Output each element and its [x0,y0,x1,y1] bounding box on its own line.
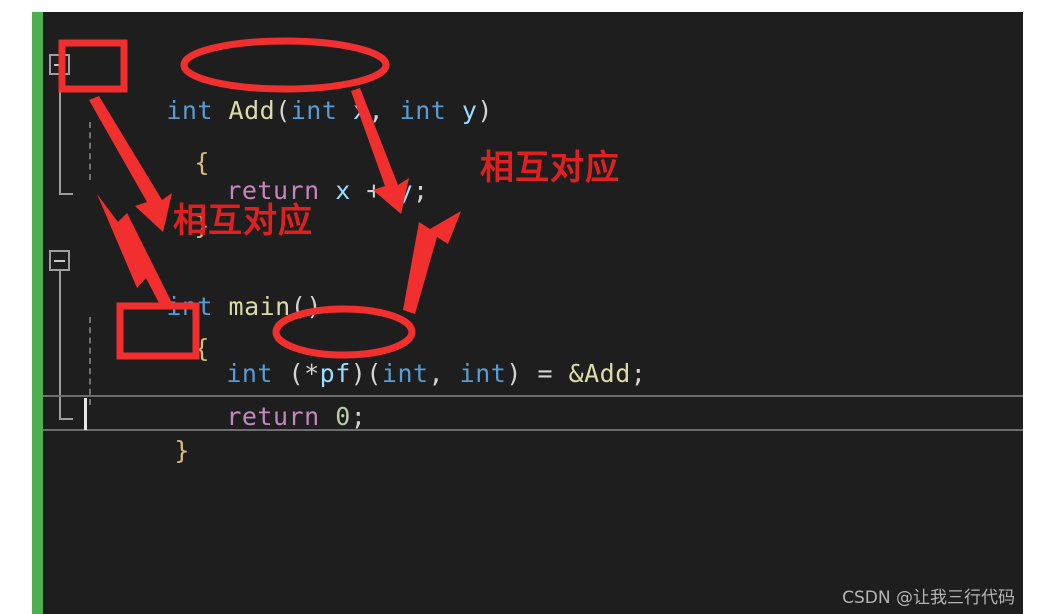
token-int-pf-param-1: int [381,359,429,388]
token-comma-1: , [368,96,400,125]
current-line-highlight [43,395,1023,431]
annotation-label-top: 相互对应 [480,148,620,188]
token-paren-open-pf-params: ( [366,359,382,388]
token-int-param-x: int [290,96,338,125]
annotation-label-bottom: 相互对应 [173,201,313,241]
token-int-pf-param-2: int [459,359,507,388]
token-semicolon-2: ; [630,359,647,388]
code-editor-surface[interactable]: int Add(int x, int y) { return x + y; } … [32,12,1023,614]
token-space-6 [382,176,398,205]
code-content-area[interactable]: int Add(int x, int y) { return x + y; } … [43,12,1023,614]
token-paren-close-pf-params: ) [506,359,522,388]
token-space-3 [446,96,462,125]
token-space-10 [553,359,569,388]
token-var-y-expr: y [397,176,413,205]
token-int-param-y: int [399,96,447,125]
token-space-4 [320,176,336,205]
text-caret [84,398,87,430]
token-assign: = [537,359,553,388]
watermark-label: CSDN @让我三行代码 [842,588,1015,608]
fold-toggle-main[interactable] [49,250,70,271]
scope-bracket-add-foot [59,193,73,195]
token-plus: + [366,176,382,205]
token-space-9 [522,359,538,388]
token-space-5 [351,176,367,205]
token-brace-close-main: } [174,436,190,465]
token-var-y: y [461,96,478,125]
change-indicator-bar [32,12,43,614]
code-line-8[interactable]: return 0; [133,360,366,431]
code-line-7[interactable]: int (*pf)(int, int) = &Add; [133,317,646,388]
token-var-x-expr: x [335,176,351,205]
token-fn-add: Add [228,96,276,125]
token-space-1 [213,96,229,125]
code-line-5[interactable]: int main() [73,250,322,321]
code-line-1[interactable]: int Add(int x, int y) [73,54,493,125]
fold-toggle-add[interactable] [49,54,70,75]
token-amp-add: &Add [568,359,631,388]
token-space-2 [337,96,353,125]
token-comma-2: , [428,359,460,388]
token-semicolon-1: ; [413,176,429,205]
token-paren-open-add: ( [275,96,291,125]
token-var-x: x [352,96,369,125]
scope-bracket-add [59,75,61,195]
code-line-3[interactable]: return x + y; [133,134,429,205]
token-paren-close-add: ) [477,96,493,125]
